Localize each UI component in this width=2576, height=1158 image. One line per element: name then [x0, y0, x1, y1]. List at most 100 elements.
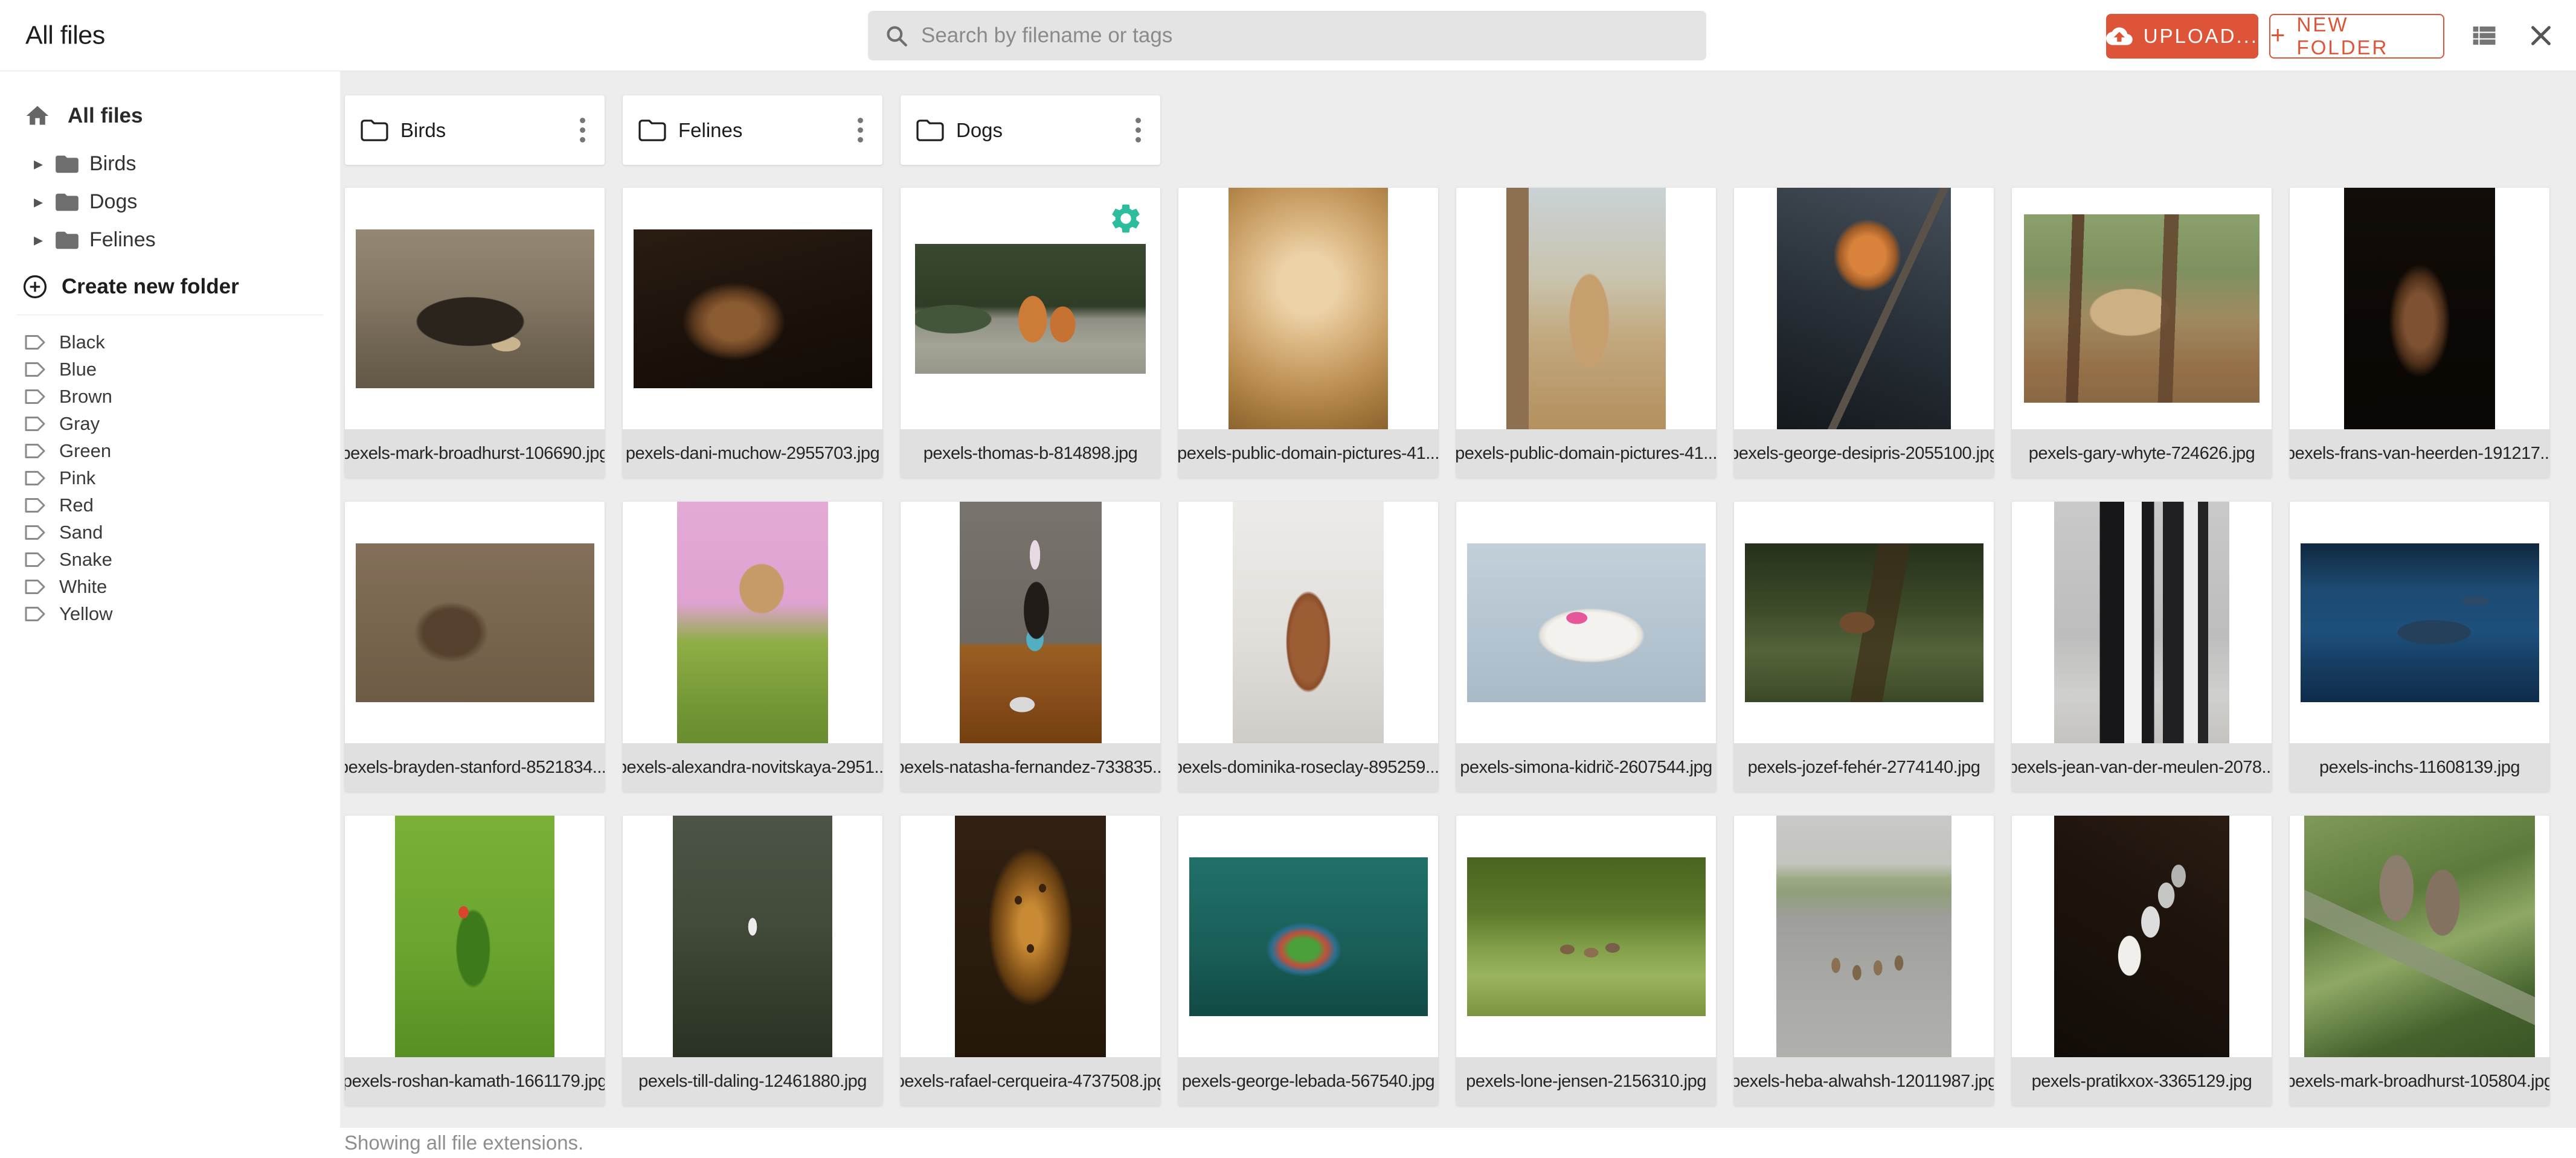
file-card[interactable]: pexels-pratikxox-3365129.jpg [2012, 816, 2272, 1105]
sidebar-tag-item[interactable]: Snake [0, 546, 340, 573]
file-name: pexels-gary-whyte-724626.jpg [2029, 444, 2255, 464]
chevron-right-icon[interactable]: ▸ [34, 153, 52, 174]
folder-card[interactable]: Birds [345, 95, 605, 165]
file-name: pexels-dani-muchow-2955703.jpg [626, 444, 879, 464]
file-card[interactable]: pexels-public-domain-pictures-41... [1456, 188, 1716, 478]
thumbnail-area [1178, 502, 1438, 743]
file-card[interactable]: pexels-natasha-fernandez-733835... [901, 502, 1160, 792]
file-card[interactable]: pexels-till-daling-12461880.jpg [623, 816, 882, 1105]
file-card[interactable]: pexels-roshan-kamath-1661179.jpg [345, 816, 605, 1105]
file-thumbnail [1506, 188, 1666, 429]
create-new-folder-label: Create new folder [62, 275, 239, 299]
thumbnail-area [1734, 188, 1994, 429]
file-card[interactable]: pexels-inchs-11608139.jpg [2290, 502, 2549, 792]
file-thumbnail [1229, 188, 1388, 429]
sidebar-tag-label: Brown [59, 386, 112, 408]
kebab-menu-icon[interactable] [852, 112, 869, 149]
folder-tree: ▸ Birds ▸ Dogs ▸ Felines [0, 145, 340, 259]
sidebar-folder-item[interactable]: ▸ Dogs [0, 183, 340, 221]
file-footer: pexels-dani-muchow-2955703.jpg [623, 429, 882, 478]
sidebar-tag-item[interactable]: Pink [0, 464, 340, 491]
tag-icon [24, 442, 46, 460]
folder-card-label: Birds [400, 119, 446, 142]
new-folder-button[interactable]: + NEW FOLDER [2269, 14, 2444, 59]
sidebar-tag-item[interactable]: White [0, 573, 340, 600]
file-card[interactable]: pexels-dani-muchow-2955703.jpg [623, 188, 882, 478]
kebab-menu-icon[interactable] [574, 112, 591, 149]
sidebar-tag-item[interactable]: Red [0, 491, 340, 519]
search-input[interactable] [921, 24, 1691, 48]
status-bar: Showing all file extensions. [0, 1128, 2576, 1158]
sidebar: All files ▸ Birds ▸ Dogs ▸ Felines Creat… [0, 71, 340, 1128]
tag-icon [24, 578, 46, 596]
file-footer: pexels-simona-kidrič-2607544.jpg [1456, 743, 1716, 792]
search-icon [884, 23, 909, 48]
create-new-folder-button[interactable]: Create new folder [22, 267, 340, 306]
sidebar-tag-item[interactable]: Sand [0, 519, 340, 546]
file-card[interactable]: pexels-george-desipris-2055100.jpg [1734, 188, 1994, 478]
chevron-right-icon[interactable]: ▸ [34, 229, 52, 251]
gear-icon[interactable] [1108, 201, 1143, 236]
file-name: pexels-alexandra-novitskaya-2951... [623, 758, 882, 778]
thumbnail-area [345, 502, 605, 743]
search-bar[interactable] [868, 11, 1706, 60]
file-name: pexels-public-domain-pictures-41... [1456, 444, 1716, 464]
sidebar-tag-item[interactable]: Green [0, 437, 340, 464]
thumbnail-area [345, 188, 605, 429]
sidebar-folder-item[interactable]: ▸ Felines [0, 221, 340, 259]
file-footer: pexels-heba-alwahsh-12011987.jpg [1734, 1057, 1994, 1105]
file-thumbnail [1467, 543, 1706, 702]
status-text: Showing all file extensions. [344, 1131, 583, 1154]
file-card[interactable]: pexels-public-domain-pictures-41... [1178, 188, 1438, 478]
file-name: pexels-dominika-roseclay-895259.... [1178, 758, 1438, 778]
file-card[interactable]: pexels-jean-van-der-meulen-2078... [2012, 502, 2272, 792]
file-card[interactable]: pexels-jozef-fehér-2774140.jpg [1734, 502, 1994, 792]
list-view-toggle[interactable] [2466, 18, 2501, 53]
file-card[interactable]: pexels-gary-whyte-724626.jpg [2012, 188, 2272, 478]
file-card[interactable]: pexels-brayden-stanford-8521834.... [345, 502, 605, 792]
file-card[interactable]: pexels-simona-kidrič-2607544.jpg [1456, 502, 1716, 792]
file-thumbnail [1777, 188, 1951, 429]
file-card[interactable]: pexels-george-lebada-567540.jpg [1178, 816, 1438, 1105]
thumbnail-area [2012, 816, 2272, 1057]
file-card[interactable]: pexels-thomas-b-814898.jpg [901, 188, 1160, 478]
file-card[interactable]: pexels-mark-broadhurst-105804.jpg [2290, 816, 2549, 1105]
file-thumbnail [1467, 857, 1706, 1016]
upload-button[interactable]: UPLOAD... [2106, 14, 2258, 59]
folder-card[interactable]: Felines [623, 95, 882, 165]
sidebar-tag-item[interactable]: Gray [0, 410, 340, 437]
upload-button-label: UPLOAD... [2144, 25, 2258, 48]
sidebar-tag-item[interactable]: Black [0, 328, 340, 356]
file-footer: pexels-jean-van-der-meulen-2078... [2012, 743, 2272, 792]
file-card[interactable]: pexels-frans-van-heerden-191217... [2290, 188, 2549, 478]
sidebar-item-all-files[interactable]: All files [24, 103, 340, 129]
file-name: pexels-jozef-fehér-2774140.jpg [1748, 758, 1980, 778]
kebab-menu-icon[interactable] [1129, 112, 1147, 149]
file-name: pexels-till-daling-12461880.jpg [638, 1072, 867, 1092]
file-card[interactable]: pexels-rafael-cerqueira-4737508.jpg [901, 816, 1160, 1105]
close-button[interactable] [2523, 18, 2558, 53]
file-card[interactable]: pexels-lone-jensen-2156310.jpg [1456, 816, 1716, 1105]
file-thumbnail [1233, 502, 1384, 743]
sidebar-folder-item[interactable]: ▸ Birds [0, 145, 340, 183]
sidebar-tag-label: White [59, 576, 107, 598]
file-thumbnail [356, 229, 594, 388]
cloud-upload-icon [2106, 23, 2133, 50]
file-footer: pexels-george-desipris-2055100.jpg [1734, 429, 1994, 478]
file-thumbnail [2301, 543, 2539, 702]
sidebar-tag-item[interactable]: Yellow [0, 600, 340, 627]
folder-card[interactable]: Dogs [901, 95, 1160, 165]
file-name: pexels-public-domain-pictures-41... [1178, 444, 1438, 464]
file-card[interactable]: pexels-alexandra-novitskaya-2951... [623, 502, 882, 792]
file-card[interactable]: pexels-mark-broadhurst-106690.jpg [345, 188, 605, 478]
chevron-right-icon[interactable]: ▸ [34, 191, 52, 213]
list-view-icon [2468, 20, 2499, 51]
file-name: pexels-brayden-stanford-8521834.... [345, 758, 605, 778]
file-name: pexels-rafael-cerqueira-4737508.jpg [901, 1072, 1160, 1092]
sidebar-tag-item[interactable]: Blue [0, 356, 340, 383]
sidebar-tag-item[interactable]: Brown [0, 383, 340, 410]
tag-icon [24, 523, 46, 542]
file-card[interactable]: pexels-heba-alwahsh-12011987.jpg [1734, 816, 1994, 1105]
file-card[interactable]: pexels-dominika-roseclay-895259.... [1178, 502, 1438, 792]
thumbnail-area [1178, 816, 1438, 1057]
